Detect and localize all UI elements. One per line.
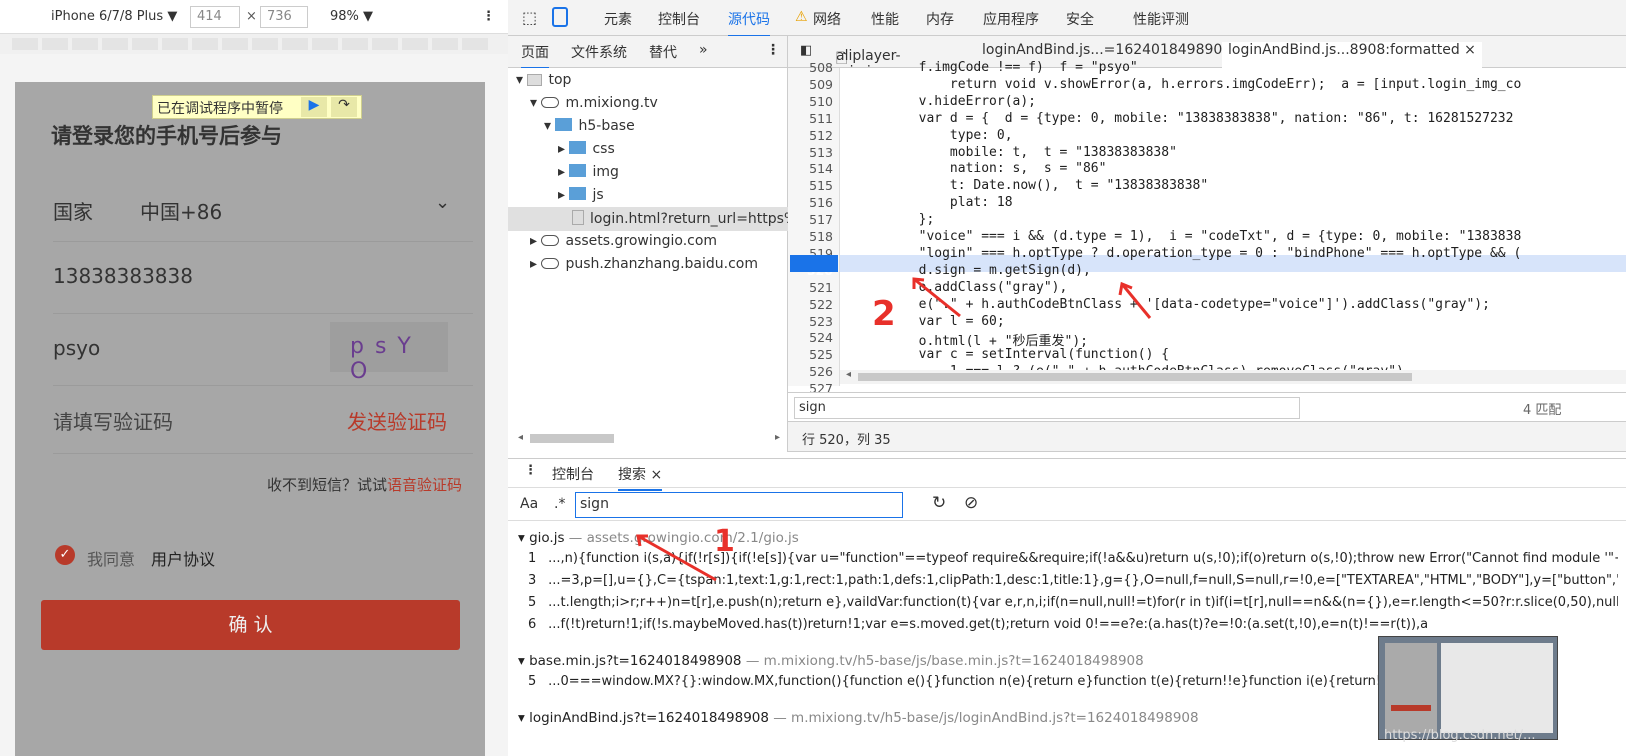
annotation-layer: 2 1 <box>636 277 1152 582</box>
annotation-arrow-2 <box>912 277 1152 319</box>
annotation-number-2: 2 <box>872 294 896 334</box>
annotation-number-1: 1 <box>714 524 735 559</box>
annotation-arrow-1 <box>636 534 717 582</box>
